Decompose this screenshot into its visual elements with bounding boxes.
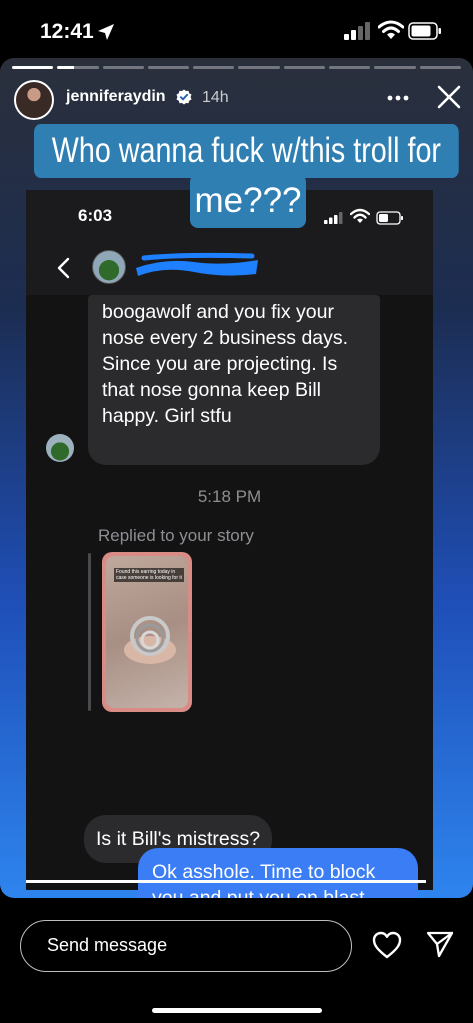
story-progress	[12, 66, 461, 69]
screenshot-border	[26, 880, 426, 883]
progress-segment	[238, 66, 280, 69]
author-username[interactable]: jenniferaydin	[66, 88, 166, 106]
verified-badge-icon	[176, 89, 192, 105]
close-icon[interactable]	[436, 84, 462, 110]
send-message-input[interactable]: Send message	[20, 920, 352, 972]
wifi-icon	[378, 20, 404, 39]
progress-segment	[57, 66, 99, 69]
status-bar: 12:41	[0, 0, 473, 60]
progress-segment	[12, 66, 54, 69]
progress-segment	[329, 66, 371, 69]
earring-icon	[124, 616, 176, 664]
message-thread: boogawolf and you fix your nose every 2 …	[26, 295, 433, 898]
caption-line-1: Who wanna fuck w/this troll for	[34, 124, 459, 178]
contact-avatar	[92, 250, 126, 284]
progress-segment	[102, 66, 144, 69]
replied-story-thumbnail: Found this earring today in case someone…	[102, 552, 192, 712]
cellular-signal-icon	[324, 212, 343, 224]
battery-icon	[376, 211, 403, 225]
progress-segment	[147, 66, 190, 69]
incoming-message: boogawolf and you fix your nose every 2 …	[88, 295, 380, 465]
reply-label: Replied to your story	[98, 526, 254, 545]
story-card[interactable]: jenniferaydin 14h 6:03 boogawolf and you…	[0, 58, 473, 898]
screenshot-time: 6:03	[78, 206, 113, 225]
home-indicator	[152, 1008, 322, 1013]
reply-indicator	[88, 553, 91, 711]
heart-icon[interactable]	[372, 931, 402, 959]
more-options-icon[interactable]	[386, 94, 410, 102]
status-time: 12:41	[40, 20, 94, 43]
progress-segment	[283, 66, 326, 69]
sender-avatar	[46, 434, 74, 462]
caption-line-2: me???	[190, 174, 306, 228]
thumbnail-image: Found this earring today in case someone…	[106, 556, 188, 708]
message-timestamp: 5:18 PM	[197, 487, 262, 506]
cellular-signal-icon	[344, 22, 370, 40]
wifi-icon	[350, 208, 370, 223]
progress-segment	[419, 66, 461, 69]
progress-segment	[374, 66, 416, 69]
thumbnail-caption: Found this earring today in case someone…	[114, 568, 184, 582]
redaction-scribble	[136, 252, 258, 276]
dm-screenshot: 6:03 boogawolf and you fix your nose eve…	[26, 190, 433, 898]
progress-segment	[193, 66, 235, 69]
back-chevron-icon	[57, 257, 70, 279]
location-arrow-icon	[98, 24, 114, 40]
author-avatar[interactable]	[14, 80, 54, 120]
post-age: 14h	[202, 89, 229, 106]
send-icon[interactable]	[426, 930, 454, 958]
battery-icon	[408, 22, 441, 40]
outgoing-message: Ok asshole. Time to block you and put yo…	[138, 848, 418, 898]
